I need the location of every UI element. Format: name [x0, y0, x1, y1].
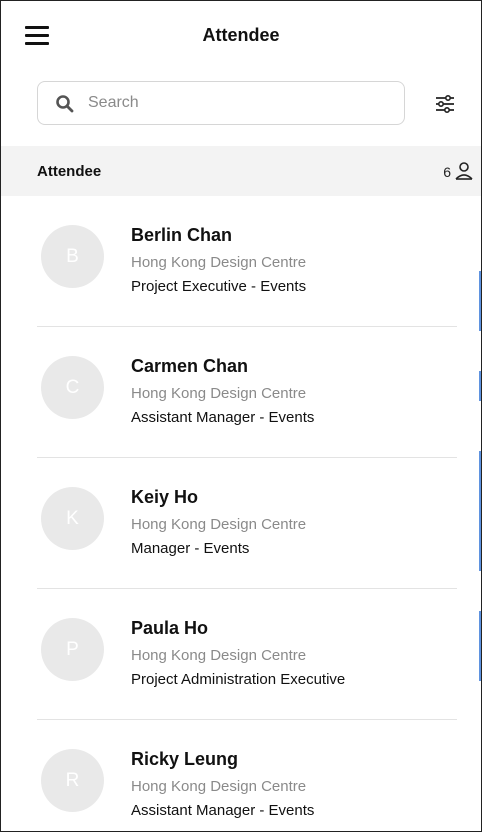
attendee-job-title: Assistant Manager - Events — [131, 409, 315, 426]
app-frame: Attendee Attendee 6 B Berlin Chan Hong K… — [0, 0, 482, 832]
attendee-list-item[interactable]: P Paula Ho Hong Kong Design Centre Proje… — [1, 589, 481, 720]
attendee-list-item[interactable]: K Keiy Ho Hong Kong Design Centre Manage… — [1, 458, 481, 589]
attendee-job-title: Manager - Events — [131, 540, 250, 557]
person-icon — [455, 162, 473, 180]
filter-sliders-icon[interactable] — [433, 92, 457, 116]
attendee-name: Carmen Chan — [131, 356, 249, 376]
attendee-company: Hong Kong Design Centre — [131, 647, 307, 664]
attendee-name: Berlin Chan — [131, 225, 233, 245]
avatar: C — [41, 356, 104, 419]
index-marker — [479, 451, 481, 571]
attendee-company: Hong Kong Design Centre — [131, 516, 307, 533]
attendee-name: Keiy Ho — [131, 487, 199, 507]
attendee-company: Hong Kong Design Centre — [131, 385, 307, 402]
avatar: R — [41, 749, 104, 812]
avatar: B — [41, 225, 104, 288]
attendee-job-title: Assistant Manager - Events — [131, 802, 315, 819]
attendee-count: 6 — [443, 164, 451, 180]
attendee-company: Hong Kong Design Centre — [131, 254, 307, 271]
index-marker — [479, 371, 481, 401]
attendee-list-item[interactable]: R Ricky Leung Hong Kong Design Centre As… — [1, 720, 481, 831]
avatar: K — [41, 487, 104, 550]
index-marker — [479, 611, 481, 681]
attendee-list: B Berlin Chan Hong Kong Design Centre Pr… — [1, 196, 481, 831]
search-input[interactable] — [84, 82, 392, 124]
search-field[interactable] — [37, 81, 405, 125]
attendee-name: Ricky Leung — [131, 749, 239, 769]
attendee-list-item[interactable]: B Berlin Chan Hong Kong Design Centre Pr… — [1, 196, 481, 327]
index-marker — [479, 271, 481, 331]
attendee-job-title: Project Administration Executive — [131, 671, 346, 688]
attendee-job-title: Project Executive - Events — [131, 278, 307, 295]
attendee-name: Paula Ho — [131, 618, 209, 638]
attendee-company: Hong Kong Design Centre — [131, 778, 307, 795]
top-app-bar: Attendee — [1, 1, 481, 71]
alphabet-index-edge[interactable] — [479, 261, 481, 701]
avatar: P — [41, 618, 104, 681]
search-icon — [56, 95, 74, 113]
attendee-list-item[interactable]: C Carmen Chan Hong Kong Design Centre As… — [1, 327, 481, 458]
section-title: Attendee — [37, 163, 102, 180]
attendee-section-header: Attendee 6 — [1, 146, 481, 196]
page-title: Attendee — [202, 25, 280, 45]
